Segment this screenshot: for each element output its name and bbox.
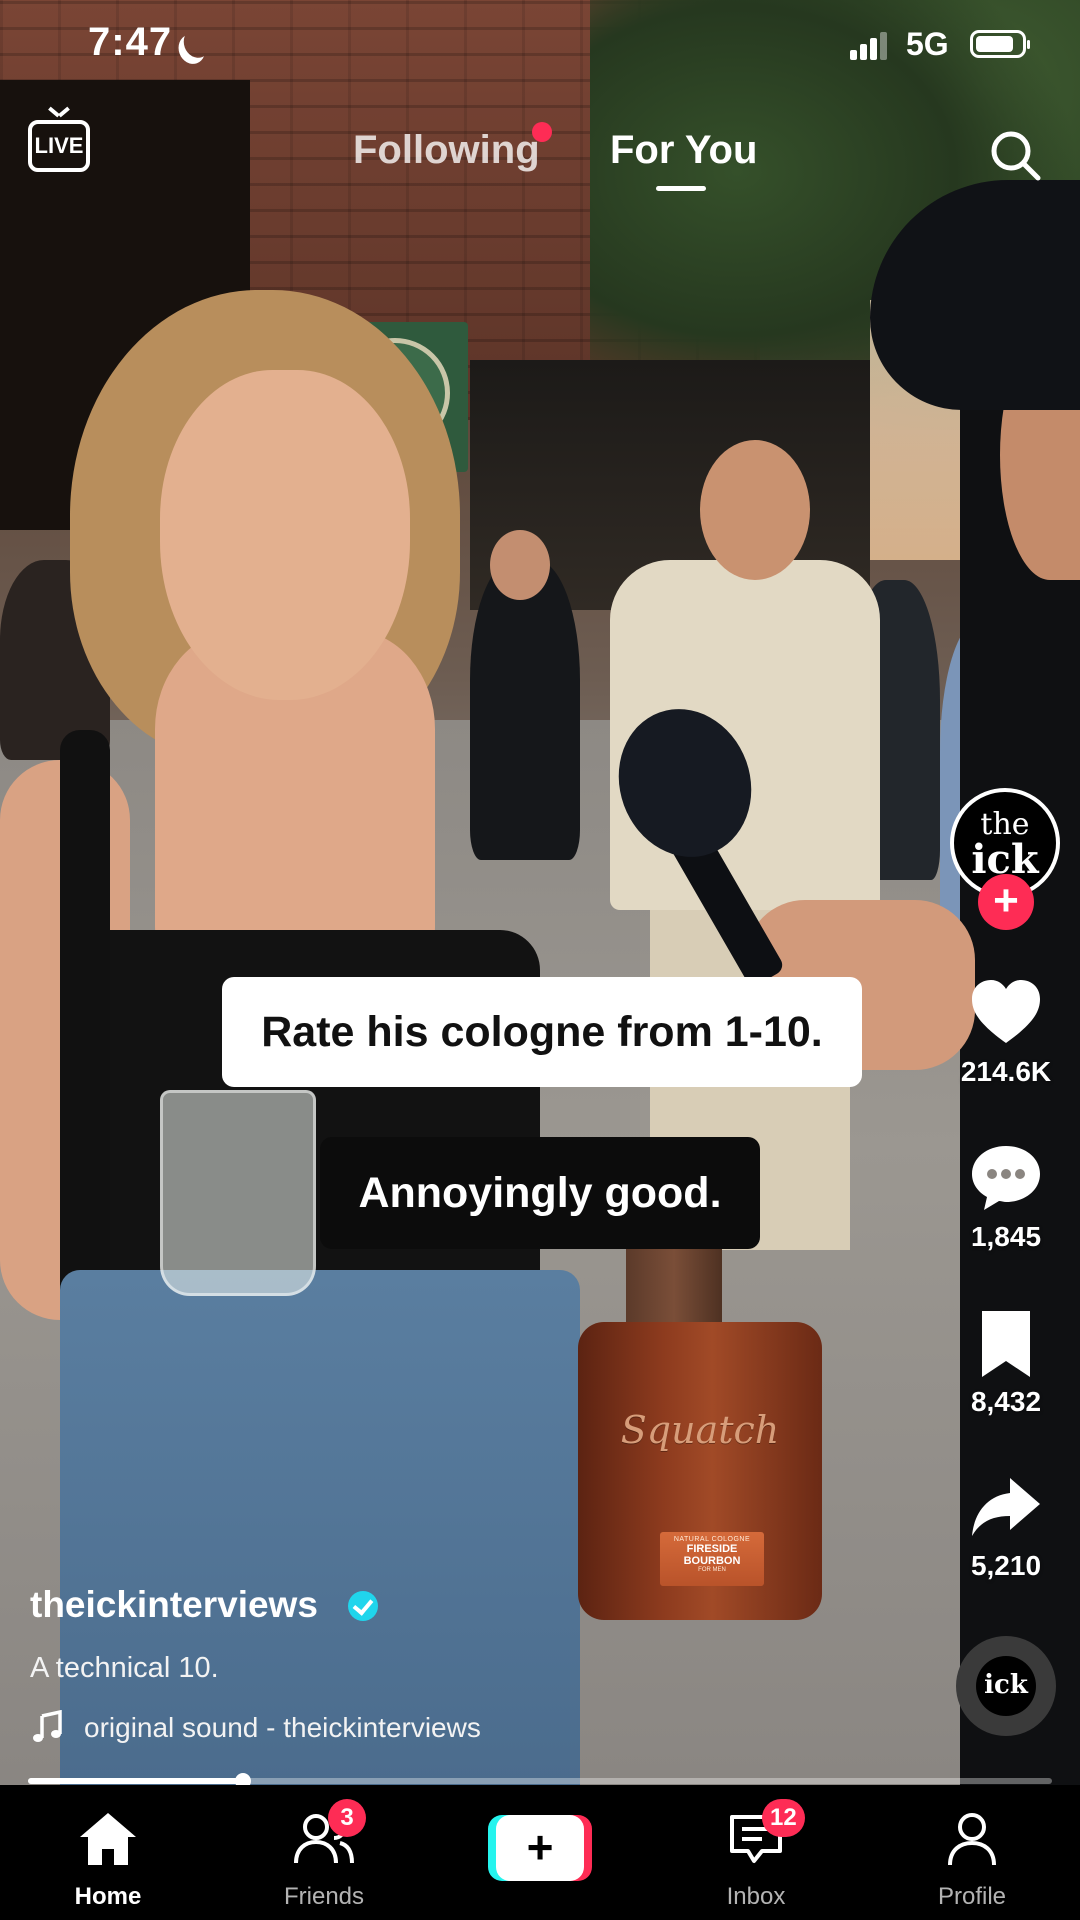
video-frame[interactable]: Squatch NATURAL COLOGNE FIRESIDE BOURBON… — [0, 0, 1080, 1785]
verified-icon — [348, 1591, 378, 1621]
caption-answer: Annoyingly good. — [320, 1137, 760, 1249]
nav-profile[interactable]: Profile — [864, 1785, 1080, 1920]
nav-inbox-label: Inbox — [726, 1883, 786, 1910]
progress-fill — [28, 1778, 244, 1784]
moon-icon — [180, 24, 215, 61]
share-icon[interactable] — [968, 1470, 1044, 1546]
live-button[interactable]: LIVE — [28, 120, 90, 172]
nav-friends-label: Friends — [283, 1883, 365, 1910]
top-nav: LIVE Following For You — [0, 110, 1080, 200]
music-note-icon — [33, 1710, 62, 1742]
woman-face — [160, 370, 410, 700]
inbox-badge: 12 — [762, 1799, 805, 1837]
label-line-3: FOR MEN — [698, 1567, 726, 1573]
profile-icon — [948, 1813, 996, 1866]
bookmark-icon[interactable] — [968, 1305, 1044, 1381]
bottom-nav: Home 3 Friends + 12 Inbox Profile — [0, 1785, 1080, 1920]
nav-friends[interactable]: 3 Friends — [216, 1785, 432, 1920]
signal-icon — [850, 30, 887, 60]
tiktok-screen: Squatch NATURAL COLOGNE FIRESIDE BOURBON… — [0, 0, 1080, 1920]
bottle-label: NATURAL COLOGNE FIRESIDE BOURBON FOR MEN — [660, 1532, 764, 1586]
create-plus-icon: + — [496, 1815, 584, 1881]
sound-disc-label: ick — [976, 1656, 1036, 1716]
search-icon[interactable] — [988, 128, 1042, 182]
creator-username[interactable]: theickinterviews — [30, 1584, 318, 1626]
comment-count: 1,845 — [970, 1221, 1042, 1252]
video-progress-bar[interactable] — [28, 1773, 1052, 1789]
heart-icon[interactable] — [968, 975, 1044, 1051]
home-icon — [80, 1813, 136, 1865]
tab-for-you[interactable]: For You — [610, 128, 757, 173]
sound-name[interactable]: original sound - theickinterviews — [84, 1712, 481, 1744]
sound-disc[interactable]: ick — [956, 1636, 1056, 1736]
tab-following[interactable]: Following — [353, 128, 540, 173]
share-count: 5,210 — [970, 1550, 1042, 1581]
drink-cup — [160, 1090, 316, 1296]
nav-create[interactable]: + — [432, 1785, 648, 1920]
bystander-head — [490, 530, 550, 600]
caption-question: Rate his cologne from 1-10. — [222, 977, 862, 1087]
nav-inbox[interactable]: 12 Inbox — [648, 1785, 864, 1920]
label-line-1: NATURAL COLOGNE — [673, 1536, 751, 1543]
create-button[interactable]: + — [488, 1815, 592, 1881]
nav-profile-label: Profile — [937, 1883, 1007, 1910]
bystander — [470, 560, 580, 860]
bag-strap — [60, 730, 110, 1350]
label-line-2: FIRESIDE BOURBON — [683, 1543, 741, 1567]
friends-badge: 3 — [328, 1799, 366, 1837]
battery-icon — [970, 30, 1030, 58]
bottle-cap — [626, 1240, 722, 1332]
network-label: 5G — [906, 26, 949, 62]
bottle-brand: Squatch — [620, 1408, 780, 1452]
comment-icon[interactable] — [968, 1140, 1044, 1216]
active-tab-indicator — [656, 186, 706, 191]
bookmark-count: 8,432 — [970, 1386, 1042, 1417]
like-count: 214.6K — [960, 1056, 1052, 1087]
video-description: A technical 10. — [30, 1652, 219, 1684]
status-time: 7:47 — [88, 20, 173, 64]
woman-jeans — [60, 1270, 580, 1785]
status-bar: 7:47 5G — [0, 0, 1080, 90]
nav-home[interactable]: Home — [0, 1785, 216, 1920]
cologne-bottle: Squatch NATURAL COLOGNE FIRESIDE BOURBON… — [578, 1240, 822, 1620]
following-new-dot — [532, 122, 552, 142]
man-in-background-head — [700, 440, 810, 580]
follow-button[interactable]: + — [978, 874, 1034, 930]
nav-home-label: Home — [74, 1883, 142, 1910]
